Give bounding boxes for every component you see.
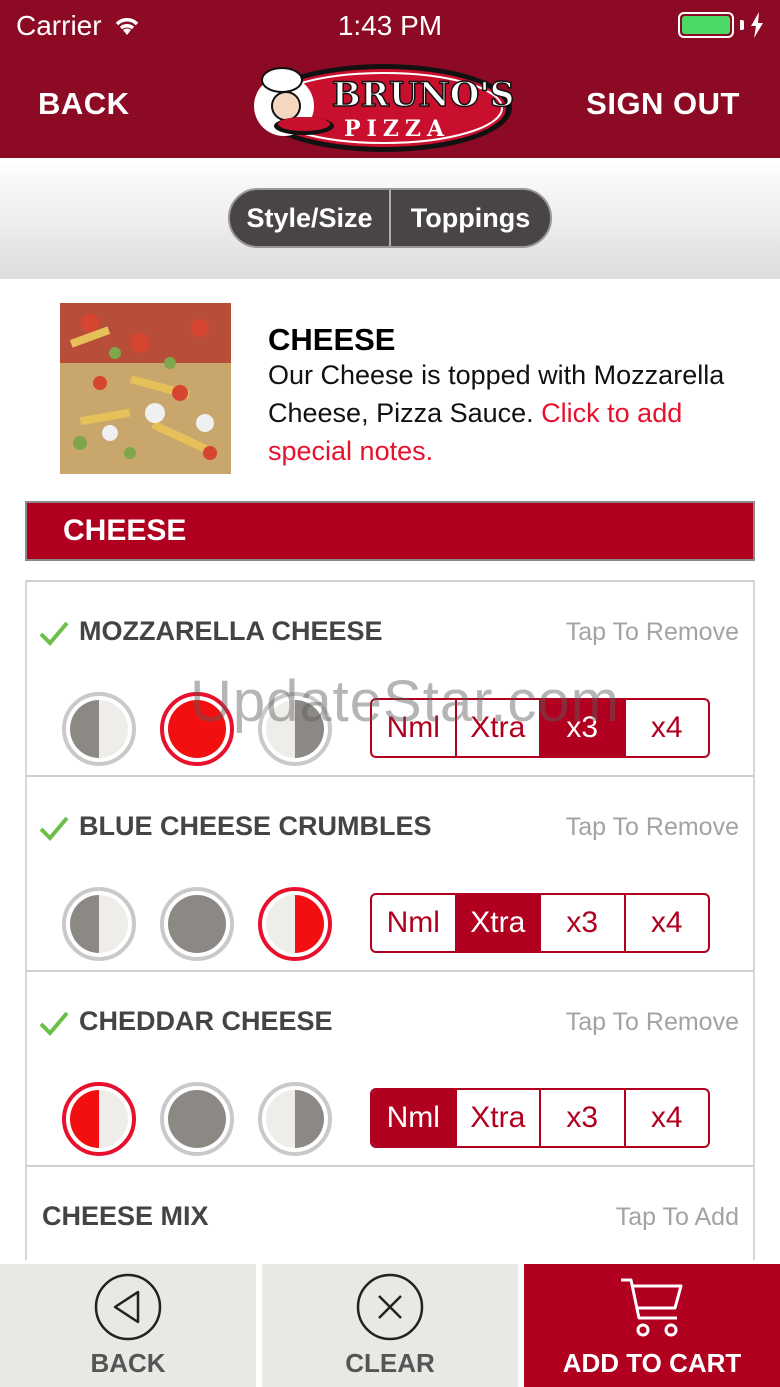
- category-title: CHEESE: [63, 514, 187, 547]
- topping-row-mozzarella[interactable]: MOZZARELLA CHEESE Tap To Remove Nml Xtra…: [27, 580, 753, 775]
- right-half-icon[interactable]: [258, 887, 332, 961]
- qty-x3[interactable]: x3: [539, 700, 624, 756]
- battery-indicator: [678, 12, 764, 38]
- check-icon: [39, 816, 69, 841]
- whole-pizza-icon[interactable]: [160, 692, 234, 766]
- qty-normal[interactable]: Nml: [372, 700, 455, 756]
- topping-row-cheese-mix[interactable]: CHEESE MIX Tap To Add: [27, 1165, 753, 1260]
- app-header: Carrier 1:43 PM BACK BRUNO'S PIZZA SIGN …: [0, 0, 780, 158]
- status-time: 1:43 PM: [337, 10, 443, 41]
- portion-selector: [62, 887, 332, 961]
- tap-to-remove[interactable]: Tap To Remove: [566, 813, 739, 842]
- add-to-cart-button[interactable]: ADD TO CART: [524, 1264, 780, 1387]
- svg-text:BRUNO'S: BRUNO'S: [332, 75, 514, 115]
- quantity-selector: Nml Xtra x3 x4: [370, 893, 710, 953]
- add-to-cart-label: ADD TO CART: [562, 1348, 742, 1378]
- qty-extra[interactable]: Xtra: [454, 700, 540, 756]
- product-title: CHEESE: [268, 322, 396, 357]
- check-icon: [39, 1011, 69, 1036]
- clear-label: CLEAR: [345, 1348, 435, 1378]
- whole-pizza-icon[interactable]: [160, 1082, 234, 1156]
- close-icon: [356, 1273, 424, 1341]
- qty-x4[interactable]: x4: [623, 895, 709, 951]
- qty-x3[interactable]: x3: [539, 895, 624, 951]
- tab-style-size[interactable]: Style/Size: [230, 190, 389, 246]
- portion-selector: [62, 1082, 332, 1156]
- bottom-back-button[interactable]: BACK: [0, 1264, 256, 1387]
- back-arrow-icon: [94, 1273, 162, 1341]
- topping-row-cheddar[interactable]: CHEDDAR CHEESE Tap To Remove Nml Xtra x3…: [27, 970, 753, 1165]
- quantity-selector: Nml Xtra x3 x4: [370, 1088, 710, 1148]
- product-description: Our Cheese is topped with Mozzarella Che…: [268, 356, 748, 470]
- topping-row-blue-cheese[interactable]: BLUE CHEESE CRUMBLES Tap To Remove Nml X…: [27, 775, 753, 970]
- topping-name: CHEESE MIX: [42, 1201, 209, 1231]
- charging-icon: [751, 12, 763, 38]
- portion-selector: [62, 692, 332, 766]
- brunos-pizza-logo: BRUNO'S PIZZA: [254, 64, 515, 152]
- left-half-icon[interactable]: [62, 887, 136, 961]
- right-half-icon[interactable]: [258, 692, 332, 766]
- topping-name: CHEDDAR CHEESE: [79, 1006, 333, 1036]
- bottom-back-label: BACK: [90, 1348, 166, 1378]
- qty-x4[interactable]: x4: [623, 1090, 709, 1146]
- topping-name: BLUE CHEESE CRUMBLES: [79, 811, 432, 841]
- whole-pizza-icon[interactable]: [160, 887, 234, 961]
- back-button[interactable]: BACK: [38, 86, 130, 122]
- topping-name: MOZZARELLA CHEESE: [79, 616, 383, 646]
- right-half-icon[interactable]: [258, 1082, 332, 1156]
- segmented-control: Style/Size Toppings: [228, 188, 552, 248]
- segment-area: Style/Size Toppings: [0, 158, 780, 279]
- quantity-selector: Nml Xtra x3 x4: [370, 698, 710, 758]
- tap-to-remove[interactable]: Tap To Remove: [566, 1008, 739, 1037]
- sign-out-button[interactable]: SIGN OUT: [586, 86, 740, 122]
- check-icon: [39, 621, 69, 646]
- tab-toppings[interactable]: Toppings: [389, 190, 550, 246]
- status-bar: Carrier 1:43 PM: [0, 0, 780, 54]
- qty-x3[interactable]: x3: [539, 1090, 624, 1146]
- toppings-list: MOZZARELLA CHEESE Tap To Remove Nml Xtra…: [25, 580, 755, 1260]
- category-header: CHEESE: [25, 501, 755, 561]
- qty-normal[interactable]: Nml: [372, 1090, 455, 1146]
- svg-text:PIZZA: PIZZA: [344, 116, 450, 142]
- tap-to-add[interactable]: Tap To Add: [616, 1203, 739, 1232]
- left-half-icon[interactable]: [62, 1082, 136, 1156]
- bottom-toolbar: BACK CLEAR ADD TO CART: [0, 1264, 780, 1387]
- qty-extra[interactable]: Xtra: [454, 895, 539, 951]
- qty-normal[interactable]: Nml: [372, 895, 455, 951]
- tap-to-remove[interactable]: Tap To Remove: [566, 618, 739, 647]
- qty-x4[interactable]: x4: [623, 700, 709, 756]
- product-image: [60, 303, 231, 474]
- left-half-icon[interactable]: [62, 692, 136, 766]
- battery-icon: [678, 12, 734, 38]
- clear-button[interactable]: CLEAR: [262, 1264, 518, 1387]
- cart-icon: [621, 1278, 683, 1337]
- qty-extra[interactable]: Xtra: [454, 1090, 540, 1146]
